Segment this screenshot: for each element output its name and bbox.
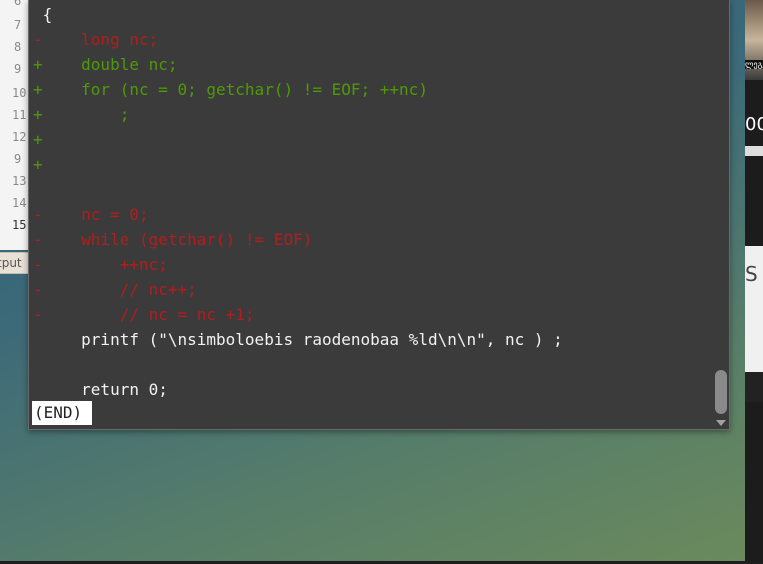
preview-letter: S: [745, 262, 758, 286]
scroll-down-arrow-icon[interactable]: [716, 420, 726, 426]
line-number: 9: [14, 62, 22, 76]
line-number: 13: [12, 174, 27, 188]
diff-line-removed: - ++nc;: [33, 255, 168, 274]
scrollbar[interactable]: [713, 0, 729, 428]
thumbnail-strip: [745, 146, 763, 156]
line-number: 10: [12, 86, 27, 100]
thumbnail-caption: ლეგენდა: [745, 60, 763, 69]
line-number: 8: [14, 40, 22, 54]
power-icon[interactable]: [745, 372, 763, 402]
diff-line-normal: [33, 177, 709, 202]
diff-line-normal: return 0;: [33, 380, 168, 399]
diff-line-added: + ;: [33, 105, 130, 124]
diff-line-added: +: [33, 130, 43, 149]
scroll-thumb[interactable]: [715, 370, 727, 414]
diff-line-normal: printf ("\nsimboloebis raodenobaa %ld\n\…: [33, 330, 563, 349]
diff-line-added: +: [33, 155, 43, 174]
diff-line-added: + double nc;: [33, 55, 178, 74]
line-number: 6: [14, 0, 22, 8]
thumbnail-title: 00: [745, 114, 763, 135]
diff-line-removed: - nc = 0;: [33, 205, 149, 224]
diff-line-removed: - while (getchar() != EOF): [33, 230, 313, 249]
diff-line-added: + for (nc = 0; getchar() != EOF; ++nc): [33, 80, 428, 99]
diff-line-removed: - // nc++;: [33, 280, 197, 299]
line-number-current: 15: [12, 218, 27, 232]
diff-output: { - long nc; + double nc; + for (nc = 0; ge…: [33, 2, 709, 402]
line-number: 12: [12, 130, 27, 144]
diff-line-normal: {: [33, 5, 53, 24]
diff-line-removed: - // nc = nc +1;: [33, 305, 255, 324]
output-tab[interactable]: tput: [0, 252, 31, 274]
right-side-panel: ლეგენდა 00 S: [745, 0, 763, 564]
terminal-window[interactable]: { - long nc; + double nc; + for (nc = 0; ge…: [28, 0, 730, 430]
diff-line-normal: [33, 352, 709, 377]
diff-line-removed: - long nc;: [33, 30, 159, 49]
line-number: 7: [14, 18, 22, 32]
pager-end-marker: (END): [32, 401, 93, 425]
line-number: 14: [12, 196, 27, 210]
line-number: 9: [14, 152, 22, 166]
line-number: 11: [12, 108, 27, 122]
